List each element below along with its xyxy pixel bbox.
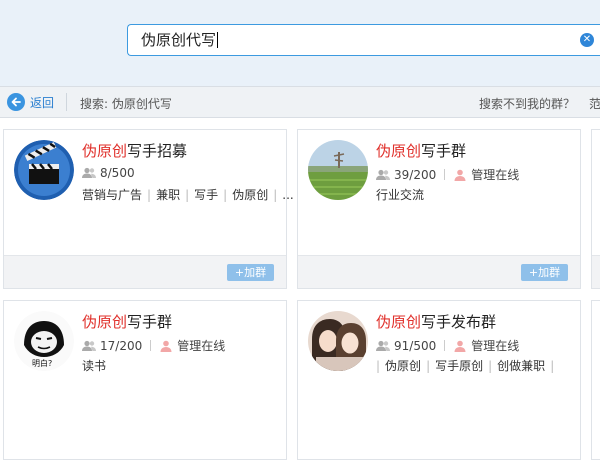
tag: 写手	[194, 188, 219, 202]
meta-divider	[444, 340, 446, 351]
member-count: 39/200	[394, 167, 437, 182]
search-header: 伪原创代写 ✕	[0, 0, 600, 86]
tag: 写手原创	[435, 359, 484, 373]
meme-face-avatar[interactable]: 明白?	[14, 311, 74, 371]
group-title[interactable]: 伪原创写手群	[376, 140, 466, 161]
group-tags: 读书	[82, 357, 106, 374]
group-meta: 39/200 管理在线	[376, 166, 519, 183]
group-card[interactable]: 明白? 伪原创写手群 17/200 管理在线 读书	[3, 300, 287, 460]
two-women-photo-avatar[interactable]	[308, 311, 368, 371]
truncated-link[interactable]: 范	[589, 95, 600, 112]
search-query-label: 搜索: 伪原创代写	[80, 97, 172, 111]
toolbar-divider	[66, 93, 67, 111]
avatar-caption: 明白?	[32, 359, 53, 368]
group-card[interactable]: 伪原创写手发布群 91/500 管理在线 | 伪原创 | 写手原创 | 创做兼职 |	[297, 300, 581, 460]
tag: 伪原创	[385, 359, 422, 373]
clapperboard-avatar[interactable]	[14, 140, 74, 200]
members-icon	[376, 169, 390, 180]
group-card-partial	[591, 129, 600, 289]
results-toolbar: 返回 搜索: 伪原创代写 搜索不到我的群？ 范	[0, 86, 600, 118]
back-label[interactable]: 返回	[30, 94, 54, 111]
back-button[interactable]: 返回	[7, 93, 54, 111]
tag: 营销与广告	[82, 188, 143, 202]
landscape-avatar[interactable]	[308, 140, 368, 200]
group-title[interactable]: 伪原创写手群	[82, 311, 172, 332]
tag: 伪原创	[232, 188, 269, 202]
group-meta: 17/200 管理在线	[82, 337, 225, 354]
card-footer: +加群	[298, 255, 580, 288]
members-icon	[82, 340, 96, 351]
clear-search-icon[interactable]: ✕	[580, 33, 594, 47]
admin-online-status: 管理在线	[177, 339, 226, 353]
group-tags: 行业交流	[376, 186, 424, 203]
member-count: 17/200	[100, 338, 143, 353]
admin-online-status: 管理在线	[471, 339, 520, 353]
members-icon	[376, 340, 390, 351]
tag: 行业交流	[376, 188, 425, 202]
meta-divider	[150, 340, 152, 351]
card-footer	[592, 255, 600, 288]
search-input[interactable]: 伪原创代写 ✕	[127, 24, 600, 56]
admin-icon	[454, 340, 466, 352]
search-input-value[interactable]: 伪原创代写	[141, 31, 219, 49]
admin-icon	[454, 169, 466, 181]
group-card[interactable]: 伪原创写手群 39/200 管理在线 行业交流 +加群	[297, 129, 581, 289]
text-caret	[217, 32, 219, 48]
join-group-button[interactable]: +加群	[521, 264, 568, 281]
group-meta: 8/500	[82, 166, 135, 180]
tag: ...	[282, 188, 294, 202]
meta-divider	[444, 169, 446, 180]
tag: 兼职	[156, 188, 181, 202]
tag: 创做兼职	[497, 359, 546, 373]
group-title[interactable]: 伪原创写手招募	[82, 140, 187, 161]
group-tags: 营销与广告 | 兼职 | 写手 | 伪原创 |...	[82, 188, 294, 202]
tag: 读书	[82, 359, 107, 373]
members-icon	[82, 167, 96, 178]
not-found-link[interactable]: 搜索不到我的群？	[479, 95, 575, 112]
back-arrow-icon	[7, 93, 25, 111]
member-count: 91/500	[394, 338, 437, 353]
group-card-partial	[591, 300, 600, 460]
admin-online-status: 管理在线	[471, 168, 520, 182]
group-card[interactable]: 伪原创写手招募 8/500 营销与广告 | 兼职 | 写手 | 伪原创 |... +加群	[3, 129, 294, 289]
admin-icon	[160, 340, 172, 352]
group-tags: | 伪原创 | 写手原创 | 创做兼职 |	[376, 359, 555, 373]
group-title[interactable]: 伪原创写手发布群	[376, 311, 496, 332]
member-count: 8/500	[100, 166, 135, 180]
card-footer: +加群	[4, 255, 286, 288]
join-group-button[interactable]: +加群	[227, 264, 274, 281]
group-meta: 91/500 管理在线	[376, 337, 519, 354]
